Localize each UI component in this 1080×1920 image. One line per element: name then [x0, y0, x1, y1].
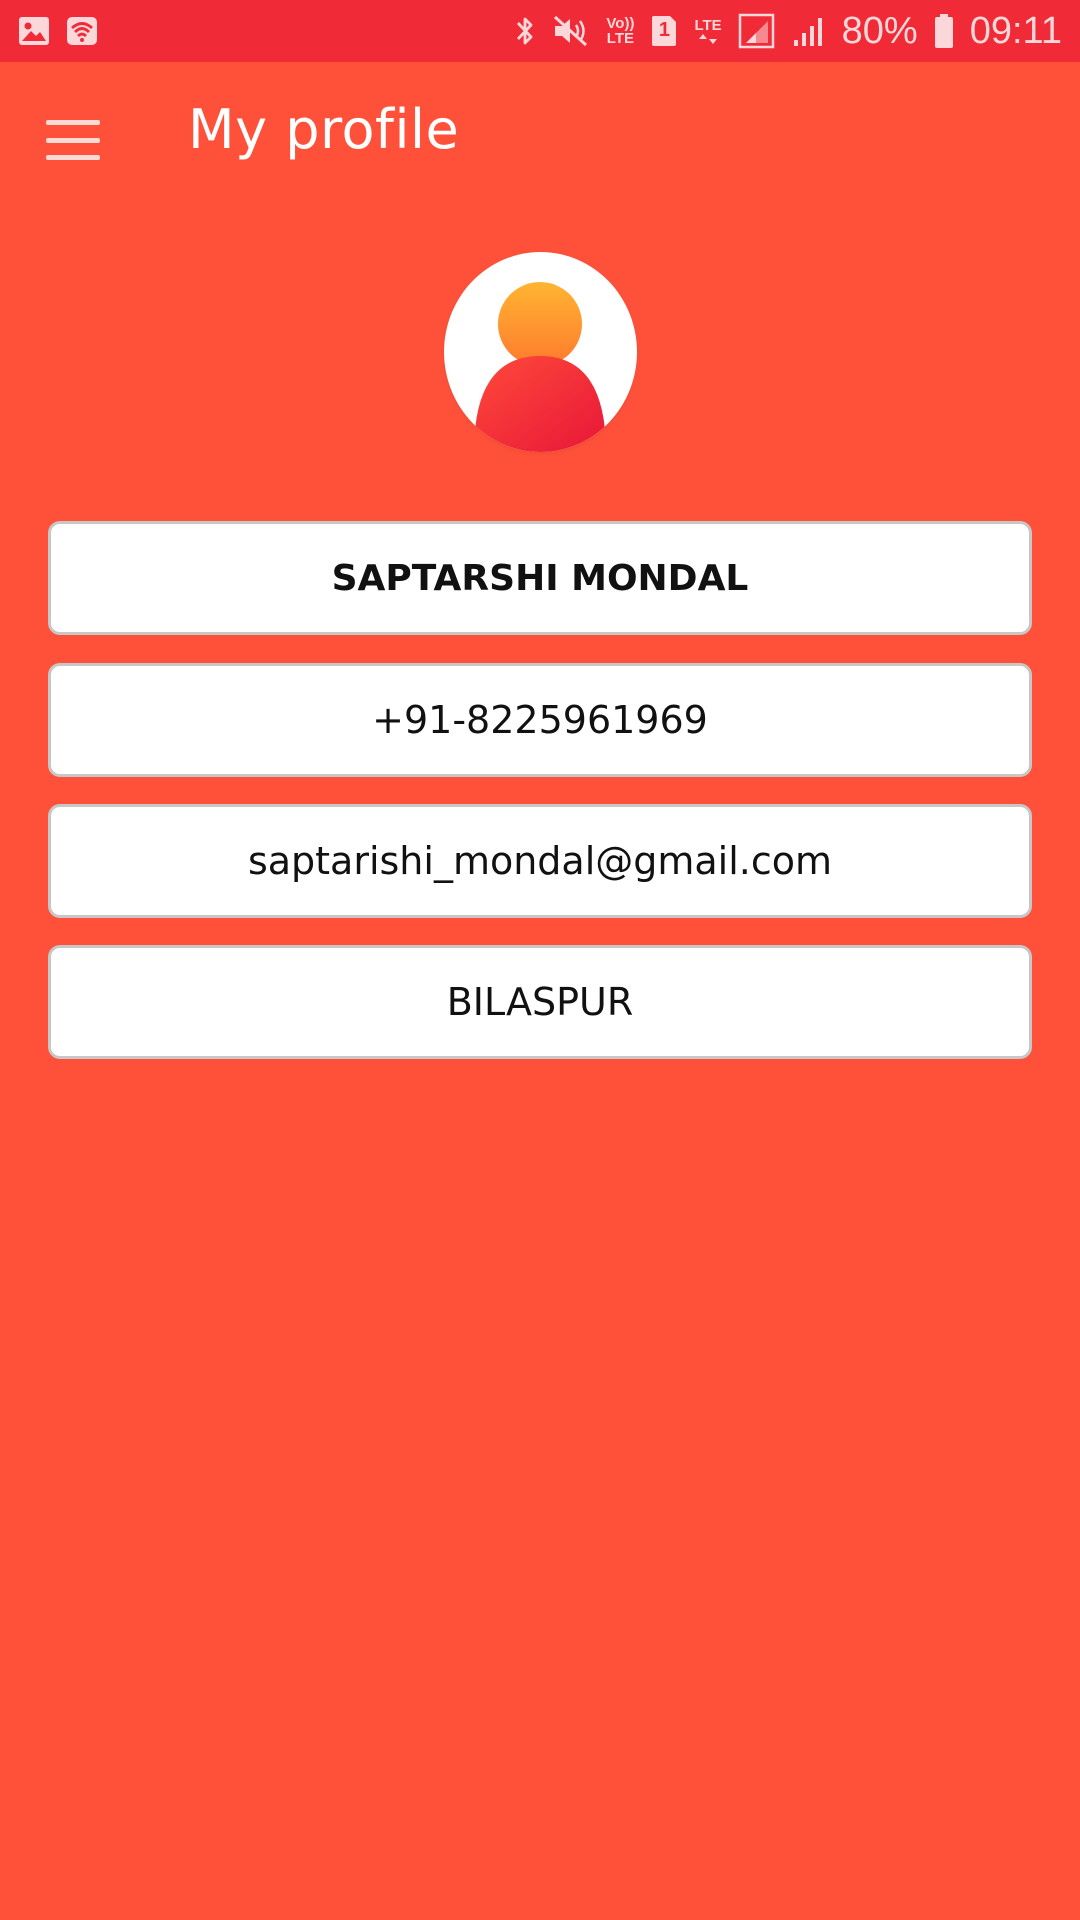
battery-percent: 80% [841, 10, 918, 52]
wifi-notification-icon [66, 13, 98, 49]
profile-phone-field[interactable]: +91-8225961969 [48, 663, 1032, 777]
lte-label: LTE [694, 16, 722, 34]
sim-icon: 1 [650, 13, 678, 49]
menu-bar-line [46, 120, 100, 125]
profile-city-field[interactable]: BILASPUR [48, 945, 1032, 1059]
page-title: My profile [188, 98, 460, 161]
bluetooth-icon [514, 13, 536, 49]
user-avatar-icon[interactable] [444, 252, 637, 452]
menu-bar-line [46, 137, 100, 143]
volte-top-label: Vo)) [606, 15, 635, 32]
volte-bottom-label: LTE [606, 30, 635, 47]
hamburger-menu-icon[interactable] [40, 112, 106, 168]
menu-bar-line [46, 155, 100, 160]
profile-email-field[interactable]: saptarishi_mondal@gmail.com [48, 804, 1032, 918]
volte-icon: Vo)) LTE [606, 13, 634, 49]
lte-icon: LTE [694, 13, 722, 49]
mute-icon [552, 13, 590, 49]
clock: 09:11 [969, 10, 1062, 52]
signal-icon [792, 13, 826, 49]
toolbar: My profile [0, 62, 1080, 202]
status-bar-left [18, 13, 98, 49]
battery-icon [934, 13, 954, 49]
signal-icon [738, 13, 776, 49]
gallery-icon [18, 13, 50, 49]
status-bar-right: Vo)) LTE 1 LTE 80% 09:11 [514, 12, 1062, 50]
profile-name-field[interactable]: SAPTARSHI MONDAL [48, 521, 1032, 635]
status-bar: Vo)) LTE 1 LTE 80% 09:11 [0, 0, 1080, 62]
sim-slot-label: 1 [658, 19, 670, 41]
